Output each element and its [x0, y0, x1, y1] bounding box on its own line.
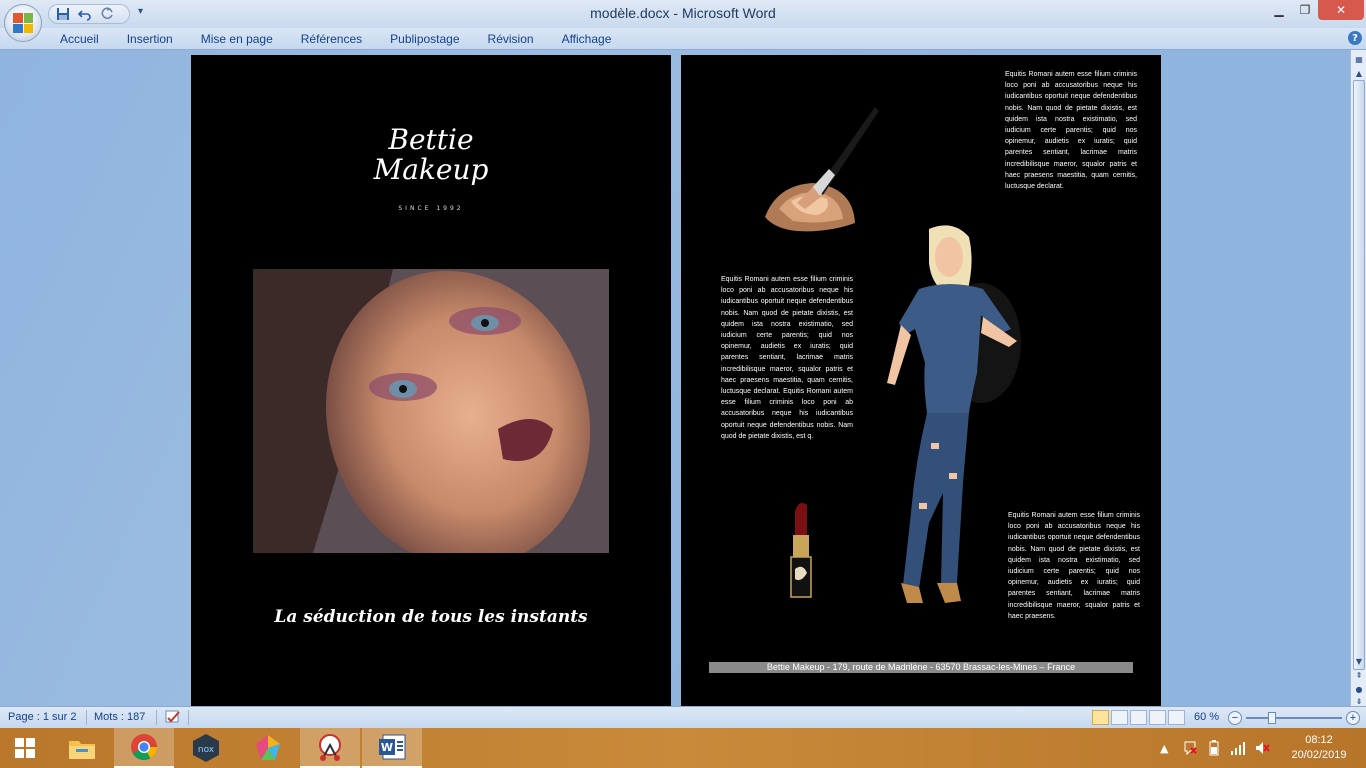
brand-logo: Bettie Makeup — [351, 125, 511, 185]
page-1[interactable]: Bettie Makeup SINCE 1992 La séduction de… — [191, 55, 671, 706]
word-count[interactable]: Mots : 187 — [94, 711, 145, 723]
help-button[interactable]: ? — [1348, 31, 1362, 45]
zoom-out-button[interactable]: − — [1228, 711, 1242, 725]
ribbon-tabs: Accueil Insertion Mise en page Référence… — [46, 31, 625, 47]
tab-revision[interactable]: Révision — [474, 31, 548, 47]
tab-accueil[interactable]: Accueil — [46, 31, 113, 47]
page-counter[interactable]: Page : 1 sur 2 — [8, 711, 77, 723]
scrollbar-thumb[interactable] — [1353, 80, 1365, 670]
minimize-button[interactable]: ▁ — [1266, 0, 1292, 20]
status-separator — [86, 710, 87, 725]
makeup-brush-image — [757, 105, 879, 243]
print-layout-view-icon[interactable] — [1092, 710, 1109, 725]
network-icon[interactable] — [1230, 728, 1246, 768]
action-center-icon[interactable] — [1182, 728, 1198, 768]
brand-line-2: Makeup — [373, 153, 489, 186]
brand-since: SINCE 1992 — [398, 205, 464, 212]
tab-publipostage[interactable]: Publipostage — [376, 31, 473, 47]
previous-page-icon[interactable]: ⇞ — [1352, 668, 1366, 682]
paragraph-middle-left: Equitis Romani autem esse filium crimini… — [721, 276, 853, 440]
window-title: modèle.docx - Microsoft Word — [590, 5, 776, 21]
clock-date: 20/02/2019 — [1291, 749, 1347, 761]
address-footer: Bettie Makeup - 179, route de Madrilène … — [709, 662, 1133, 673]
system-clock[interactable]: 08:12 20/02/2019 — [1284, 733, 1354, 763]
paragraph-top-right: Equitis Romani autem esse filium crimini… — [1005, 71, 1137, 191]
status-separator — [188, 710, 189, 725]
close-button[interactable]: ✕ — [1318, 0, 1364, 20]
tab-insertion[interactable]: Insertion — [113, 31, 187, 47]
chrome-icon[interactable] — [114, 728, 174, 768]
windows-start-icon[interactable] — [0, 728, 50, 768]
outline-view-icon[interactable] — [1149, 710, 1166, 725]
zoom-slider-thumb[interactable] — [1268, 712, 1276, 724]
ribbon: Accueil Insertion Mise en page Référence… — [0, 28, 1366, 50]
brand-line-1: Bettie — [388, 123, 474, 156]
tab-references[interactable]: Références — [287, 31, 376, 47]
show-hidden-icons[interactable]: ▲ — [1160, 728, 1168, 768]
office-button[interactable] — [4, 4, 42, 42]
slogan: La séduction de tous les instants — [274, 607, 588, 627]
battery-icon[interactable] — [1206, 728, 1222, 768]
model-portrait-image — [253, 269, 609, 553]
view-buttons — [1092, 710, 1185, 725]
full-screen-reading-view-icon[interactable] — [1111, 710, 1128, 725]
volume-muted-icon[interactable] — [1254, 728, 1270, 768]
app-icon[interactable] — [238, 728, 298, 768]
draft-view-icon[interactable] — [1168, 710, 1185, 725]
snipping-tool-icon[interactable] — [300, 728, 360, 768]
file-explorer-icon[interactable] — [52, 728, 112, 768]
scroll-down-icon[interactable]: ▼ — [1352, 654, 1366, 668]
status-separator — [156, 710, 157, 725]
svg-text:W: W — [381, 741, 393, 754]
zoom-level[interactable]: 60 % — [1194, 711, 1219, 723]
lipstick-image — [785, 499, 815, 603]
taskbar: nox W ▲ 08:12 20/02/2019 — [0, 728, 1366, 768]
scroll-up-icon[interactable]: ▲ — [1352, 66, 1366, 80]
tab-affichage[interactable]: Affichage — [548, 31, 626, 47]
ruler-toggle-icon[interactable]: ▦ — [1352, 52, 1366, 66]
office-logo-icon — [13, 13, 33, 33]
status-bar: Page : 1 sur 2 Mots : 187 60 % − + — [0, 706, 1366, 728]
paragraph-bottom-right: Equitis Romani autem esse filium crimini… — [1008, 512, 1140, 620]
tab-mise-en-page[interactable]: Mise en page — [187, 31, 287, 47]
fashion-woman-illustration — [871, 223, 1021, 609]
proofing-icon[interactable] — [164, 709, 182, 728]
vertical-scrollbar[interactable]: ▦ ▲ ▼ ⇞ ● ⇟ — [1350, 50, 1366, 706]
title-bar: ▾ modèle.docx - Microsoft Word ▁ ❐ ✕ — [0, 0, 1366, 28]
svg-text:nox: nox — [198, 745, 215, 755]
nox-icon[interactable]: nox — [176, 728, 236, 768]
clock-time: 08:12 — [1305, 734, 1333, 746]
zoom-in-button[interactable]: + — [1346, 711, 1360, 725]
word-icon[interactable]: W — [362, 728, 422, 768]
zoom-slider-track[interactable] — [1246, 717, 1342, 719]
maximize-button[interactable]: ❐ — [1292, 0, 1318, 20]
page-2[interactable]: Equitis Romani autem esse filium crimini… — [681, 55, 1161, 706]
web-layout-view-icon[interactable] — [1130, 710, 1147, 725]
